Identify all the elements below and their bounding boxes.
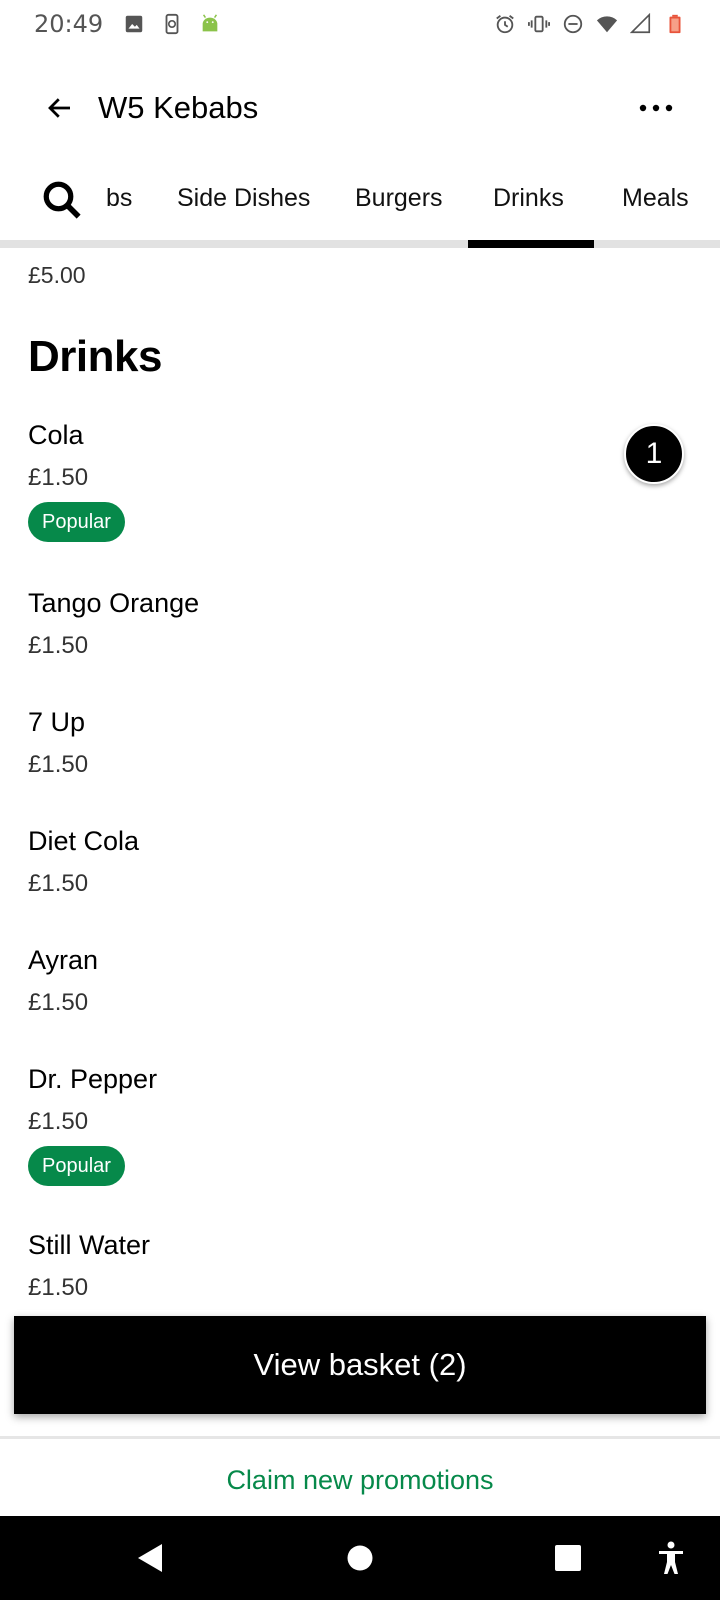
item-name: Diet Cola — [28, 826, 140, 856]
tabs-divider — [0, 240, 720, 248]
tab-meals[interactable]: Meals — [622, 184, 689, 213]
item-price: £1.50 — [28, 989, 89, 1016]
android-icon — [202, 14, 218, 32]
store-title: W5 Kebabs — [98, 90, 259, 125]
item-price: £1.50 — [28, 1274, 89, 1301]
back-button[interactable] — [40, 88, 80, 128]
menu-content: £5.00 Drinks Cola £1.50 Popular 1 Tango … — [0, 248, 720, 1318]
status-bar: 20:49 — [0, 0, 720, 48]
view-basket-button[interactable]: View basket (2) — [14, 1316, 706, 1414]
quantity-badge: 1 — [624, 424, 684, 484]
phone-sync-icon — [165, 13, 179, 35]
item-name: Still Water — [28, 1230, 151, 1260]
triangle-back-icon — [138, 1544, 162, 1572]
menu-item-7-up[interactable]: 7 Up £1.50 — [0, 707, 720, 797]
menu-item-cola[interactable]: Cola £1.50 Popular 1 — [0, 420, 720, 570]
alarm-icon — [496, 15, 514, 34]
vibrate-icon — [528, 15, 550, 33]
nav-accessibility-button[interactable] — [651, 1538, 691, 1578]
item-price: £1.50 — [28, 751, 89, 778]
status-right-icons — [494, 13, 686, 35]
menu-item-tango-orange[interactable]: Tango Orange £1.50 — [0, 588, 720, 678]
app-header: W5 Kebabs — [0, 60, 720, 156]
system-nav-bar — [0, 1516, 720, 1600]
item-price: £1.50 — [28, 632, 89, 659]
tab-burgers[interactable]: Burgers — [355, 184, 443, 213]
wifi-icon — [596, 16, 618, 33]
menu-item-diet-cola[interactable]: Diet Cola £1.50 — [0, 826, 720, 916]
item-name: Ayran — [28, 945, 99, 975]
circle-home-icon — [347, 1545, 373, 1571]
nav-home-button[interactable] — [340, 1538, 380, 1578]
more-horizontal-icon — [639, 104, 673, 112]
category-tabs: bs Side Dishes Burgers Drinks Meals — [0, 160, 720, 248]
item-price: £1.50 — [28, 464, 89, 491]
item-name: Dr. Pepper — [28, 1064, 158, 1094]
item-price: £1.50 — [28, 870, 89, 897]
dnd-icon — [563, 14, 583, 34]
claim-promotions-link[interactable]: Claim new promotions — [0, 1450, 720, 1510]
menu-item-ayran[interactable]: Ayran £1.50 — [0, 945, 720, 1035]
item-name: Cola — [28, 420, 84, 450]
nav-back-button[interactable] — [130, 1538, 170, 1578]
promo-divider — [0, 1436, 720, 1439]
item-name: Tango Orange — [28, 588, 200, 618]
tab-active-indicator — [468, 240, 594, 248]
nav-recents-button[interactable] — [548, 1538, 588, 1578]
item-name: 7 Up — [28, 707, 86, 737]
arrow-left-icon — [48, 98, 70, 118]
accessibility-icon — [659, 1541, 683, 1574]
square-recents-icon — [555, 1545, 581, 1571]
tab-side-dishes[interactable]: Side Dishes — [177, 184, 310, 213]
image-icon — [125, 15, 143, 33]
section-title: Drinks — [28, 332, 162, 381]
status-left-icons — [123, 13, 221, 35]
menu-item-still-water[interactable]: Still Water £1.50 — [0, 1230, 720, 1318]
popular-badge: Popular — [28, 502, 125, 542]
previous-item-price: £5.00 — [28, 262, 86, 288]
signal-icon — [630, 13, 651, 34]
status-time: 20:49 — [34, 10, 104, 38]
tab-search-button[interactable] — [0, 160, 100, 240]
menu-item-dr-pepper[interactable]: Dr. Pepper £1.50 Popular — [0, 1064, 720, 1214]
tab-kebabs[interactable]: bs — [106, 184, 132, 213]
popular-badge: Popular — [28, 1146, 125, 1186]
battery-icon — [669, 14, 681, 34]
tab-drinks[interactable]: Drinks — [493, 184, 564, 213]
more-options-button[interactable] — [632, 88, 680, 128]
item-price: £1.50 — [28, 1108, 89, 1135]
search-icon — [43, 181, 81, 219]
